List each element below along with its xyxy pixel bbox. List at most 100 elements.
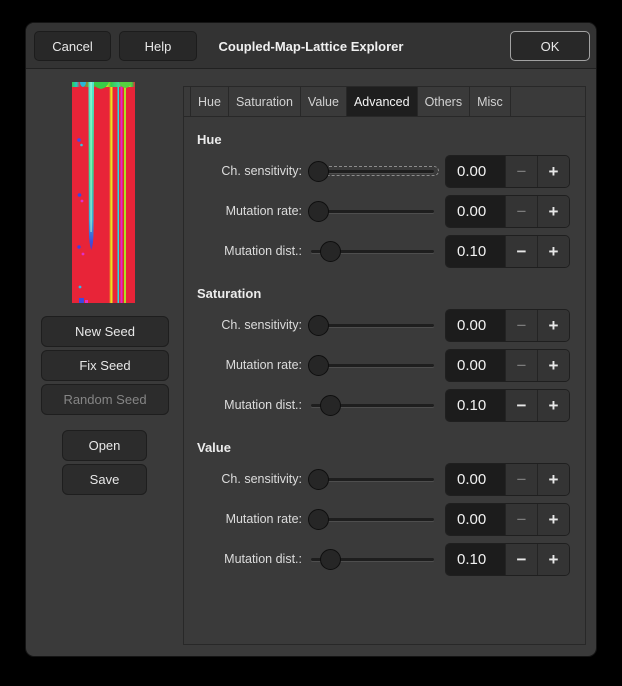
slider-saturation-mutation-dist[interactable] xyxy=(308,393,434,417)
param-row-saturation-ch-sensitivity: Ch. sensitivity: 0.00 − + xyxy=(184,305,585,345)
minus-button[interactable]: − xyxy=(505,310,537,341)
save-button[interactable]: Save xyxy=(62,464,147,495)
param-row-saturation-mutation-rate: Mutation rate: 0.00 − + xyxy=(184,345,585,385)
plus-icon: + xyxy=(549,243,559,260)
slider-handle[interactable] xyxy=(308,509,329,530)
tab-value[interactable]: Value xyxy=(301,87,347,116)
spin-value[interactable]: 0.00 xyxy=(446,310,505,341)
spinbox-hue-mutation-rate: 0.00 − + xyxy=(445,195,570,228)
spin-value[interactable]: 0.00 xyxy=(446,504,505,535)
slider-track[interactable] xyxy=(311,170,434,173)
plus-button[interactable]: + xyxy=(537,390,569,421)
slider-value-mutation-dist[interactable] xyxy=(308,547,434,571)
minus-icon: − xyxy=(517,243,527,260)
slider-handle[interactable] xyxy=(308,469,329,490)
slider-track[interactable] xyxy=(311,324,434,327)
slider-track[interactable] xyxy=(311,364,434,367)
slider-track[interactable] xyxy=(311,518,434,521)
slider-track[interactable] xyxy=(311,210,434,213)
plus-icon: + xyxy=(549,551,559,568)
plus-icon: + xyxy=(549,203,559,220)
slider-hue-ch-sensitivity[interactable] xyxy=(308,159,434,183)
spin-value[interactable]: 0.00 xyxy=(446,156,505,187)
tab-advanced[interactable]: Advanced xyxy=(347,87,418,116)
ok-button[interactable]: OK xyxy=(510,31,590,61)
minus-button[interactable]: − xyxy=(505,196,537,227)
slider-hue-mutation-dist[interactable] xyxy=(308,239,434,263)
param-label: Ch. sensitivity: xyxy=(197,164,302,178)
plus-button[interactable]: + xyxy=(537,504,569,535)
slider-handle[interactable] xyxy=(308,315,329,336)
minus-icon: − xyxy=(517,357,527,374)
plus-icon: + xyxy=(549,317,559,334)
minus-icon: − xyxy=(517,551,527,568)
slider-handle[interactable] xyxy=(308,355,329,376)
plus-icon: + xyxy=(549,511,559,528)
spin-value[interactable]: 0.00 xyxy=(446,196,505,227)
param-label: Mutation dist.: xyxy=(197,244,302,258)
minus-icon: − xyxy=(517,511,527,528)
slider-saturation-mutation-rate[interactable] xyxy=(308,353,434,377)
new-seed-button[interactable]: New Seed xyxy=(41,316,169,347)
minus-button[interactable]: − xyxy=(505,390,537,421)
open-button[interactable]: Open xyxy=(62,430,147,461)
section-title-hue: Hue xyxy=(197,131,585,149)
tab-misc[interactable]: Misc xyxy=(470,87,511,116)
slider-handle[interactable] xyxy=(320,549,341,570)
param-label: Mutation rate: xyxy=(197,358,302,372)
spin-value[interactable]: 0.10 xyxy=(446,236,505,267)
spin-value[interactable]: 0.10 xyxy=(446,390,505,421)
minus-button[interactable]: − xyxy=(505,156,537,187)
minus-button[interactable]: − xyxy=(505,236,537,267)
minus-button[interactable]: − xyxy=(505,504,537,535)
tab-hue[interactable]: Hue xyxy=(190,87,229,116)
param-row-value-mutation-dist: Mutation dist.: 0.10 − + xyxy=(184,539,585,579)
plus-icon: + xyxy=(549,163,559,180)
random-seed-button[interactable]: Random Seed xyxy=(41,384,169,415)
settings-notebook: Hue Saturation Value Advanced Others Mis… xyxy=(183,86,586,645)
spin-value[interactable]: 0.00 xyxy=(446,464,505,495)
spinbox-value-ch-sensitivity: 0.00 − + xyxy=(445,463,570,496)
slider-value-mutation-rate[interactable] xyxy=(308,507,434,531)
param-label: Mutation rate: xyxy=(197,204,302,218)
plus-icon: + xyxy=(549,357,559,374)
minus-button[interactable]: − xyxy=(505,544,537,575)
slider-handle[interactable] xyxy=(320,395,341,416)
titlebar: Cancel Help Coupled-Map-Lattice Explorer… xyxy=(26,23,596,69)
plus-icon: + xyxy=(549,397,559,414)
tab-saturation[interactable]: Saturation xyxy=(229,87,301,116)
plus-button[interactable]: + xyxy=(537,236,569,267)
tab-strip: Hue Saturation Value Advanced Others Mis… xyxy=(184,87,585,117)
section-title-value: Value xyxy=(197,439,585,457)
slider-hue-mutation-rate[interactable] xyxy=(308,199,434,223)
tab-others[interactable]: Others xyxy=(418,87,471,116)
fix-seed-button[interactable]: Fix Seed xyxy=(41,350,169,381)
slider-value-ch-sensitivity[interactable] xyxy=(308,467,434,491)
spinbox-saturation-mutation-rate: 0.00 − + xyxy=(445,349,570,382)
minus-button[interactable]: − xyxy=(505,350,537,381)
spinbox-hue-ch-sensitivity: 0.00 − + xyxy=(445,155,570,188)
param-label: Mutation dist.: xyxy=(197,398,302,412)
spin-value[interactable]: 0.00 xyxy=(446,350,505,381)
plus-button[interactable]: + xyxy=(537,196,569,227)
slider-saturation-ch-sensitivity[interactable] xyxy=(308,313,434,337)
minus-icon: − xyxy=(517,397,527,414)
minus-icon: − xyxy=(517,203,527,220)
slider-handle[interactable] xyxy=(308,161,329,182)
minus-button[interactable]: − xyxy=(505,464,537,495)
plus-icon: + xyxy=(549,471,559,488)
slider-handle[interactable] xyxy=(308,201,329,222)
plus-button[interactable]: + xyxy=(537,156,569,187)
spin-value[interactable]: 0.10 xyxy=(446,544,505,575)
slider-handle[interactable] xyxy=(320,241,341,262)
plus-button[interactable]: + xyxy=(537,350,569,381)
file-button-group: Open Save xyxy=(62,430,147,498)
plus-button[interactable]: + xyxy=(537,310,569,341)
param-row-saturation-mutation-dist: Mutation dist.: 0.10 − + xyxy=(184,385,585,425)
minus-icon: − xyxy=(517,163,527,180)
slider-track[interactable] xyxy=(311,478,434,481)
cml-explorer-dialog: Cancel Help Coupled-Map-Lattice Explorer… xyxy=(25,22,597,657)
plus-button[interactable]: + xyxy=(537,544,569,575)
plus-button[interactable]: + xyxy=(537,464,569,495)
param-row-hue-mutation-dist: Mutation dist.: 0.10 − + xyxy=(184,231,585,271)
